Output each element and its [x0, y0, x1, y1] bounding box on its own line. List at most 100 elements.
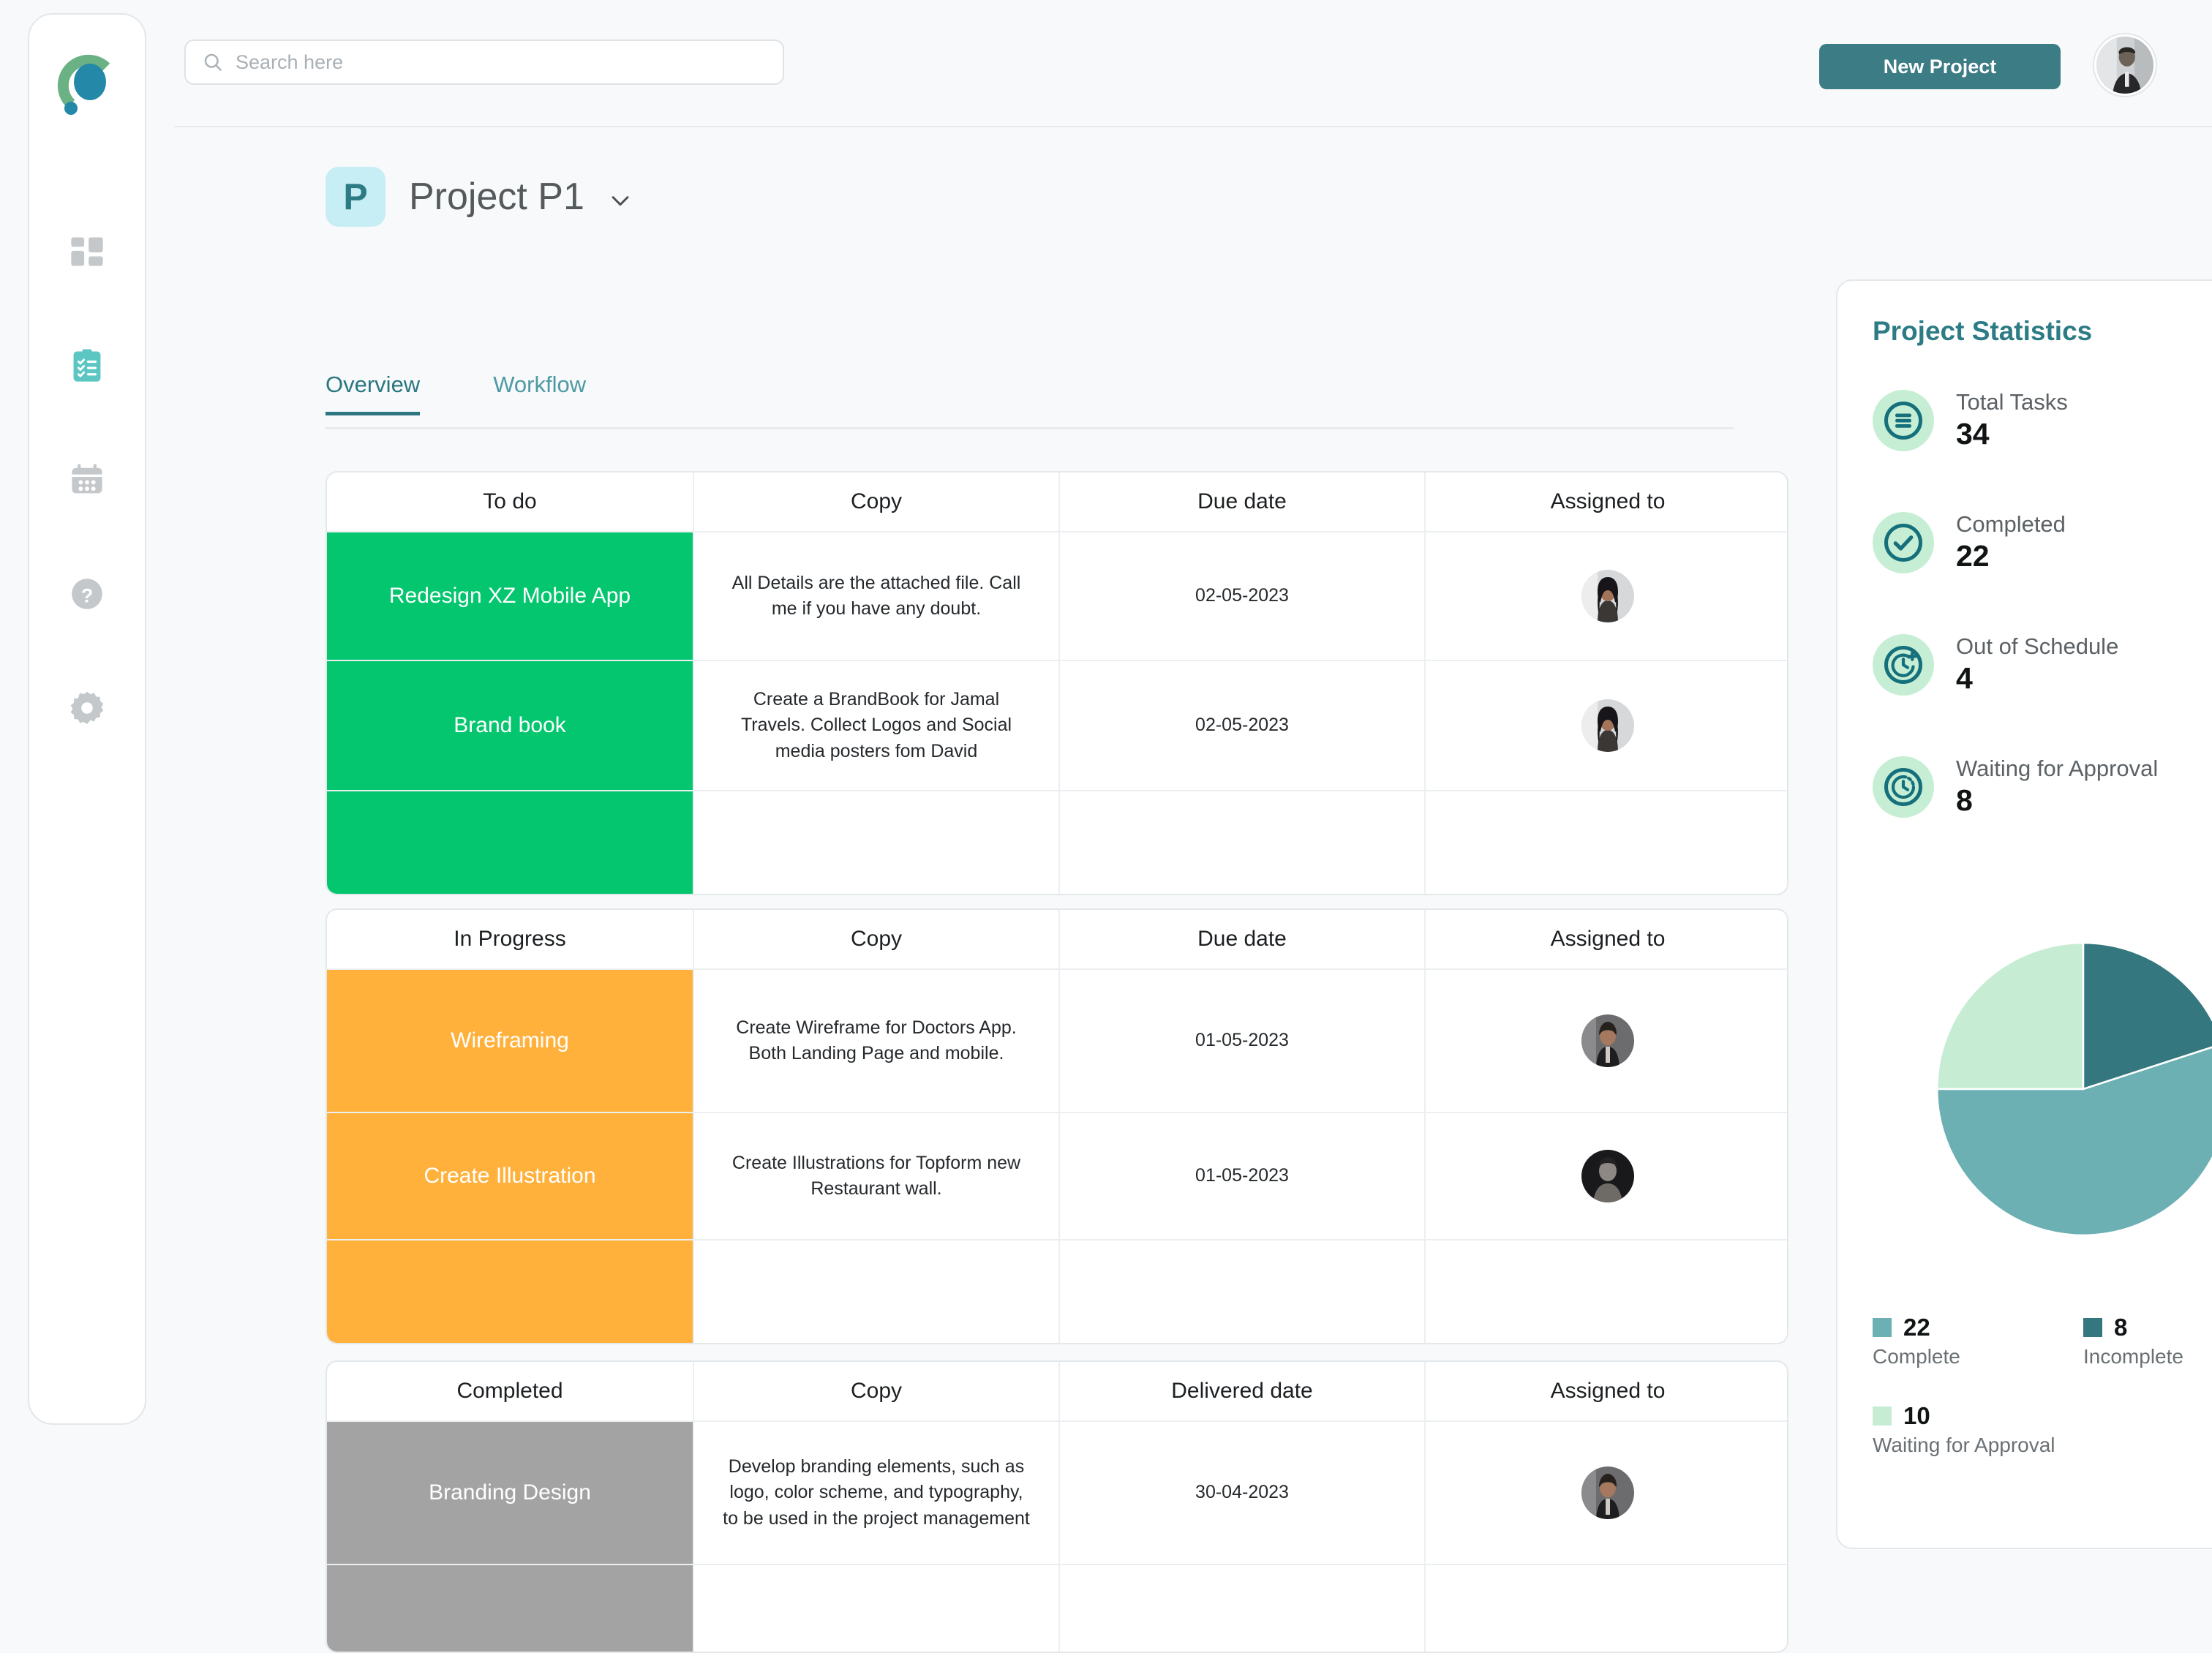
task-copy-cell: Create Illustrations for Topform new Res… — [693, 1113, 1058, 1239]
column-header: Copy — [693, 1362, 1058, 1420]
main-content: P Project P1 Overview Workflow To doCopy… — [146, 127, 2212, 1437]
task-title: Redesign XZ Mobile App — [379, 581, 641, 612]
sidebar-item-help[interactable]: ? — [67, 573, 108, 614]
assignee-avatar[interactable] — [1581, 1150, 1634, 1202]
tab-workflow[interactable]: Workflow — [493, 372, 586, 415]
column-header: Copy — [693, 472, 1058, 531]
table-header-row: In ProgressCopyDue dateAssigned to — [327, 910, 1787, 968]
task-copy-cell: Create a BrandBook for Jamal Travels. Co… — [693, 661, 1058, 790]
task-date-cell: 30-04-2023 — [1058, 1422, 1424, 1564]
task-status-cell[interactable]: Branding Design — [327, 1422, 693, 1564]
tabs-divider — [326, 427, 1734, 429]
assignee-avatar[interactable] — [1581, 1466, 1634, 1519]
assignee-avatar[interactable] — [1581, 699, 1634, 752]
clock-dashed-icon — [1873, 756, 1934, 818]
project-badge: P — [326, 167, 385, 227]
task-status-cell[interactable]: Create Illustration — [327, 1113, 693, 1239]
legend-count: 22 — [1903, 1314, 1930, 1341]
table-row[interactable] — [327, 1564, 1787, 1652]
gear-icon — [68, 689, 106, 727]
task-copy-text: Create a BrandBook for Jamal Travels. Co… — [694, 687, 1058, 765]
stat-out-of-schedule: Out of Schedule 4 — [1873, 633, 2158, 696]
task-date-cell: 02-05-2023 — [1058, 532, 1424, 660]
search-input[interactable] — [236, 41, 767, 83]
tab-overview[interactable]: Overview — [326, 372, 420, 415]
task-status-cell[interactable]: Brand book — [327, 661, 693, 790]
assignee-avatar[interactable] — [1581, 1014, 1634, 1067]
legend-swatch — [1873, 1407, 1892, 1426]
stat-label: Waiting for Approval — [1956, 756, 2158, 782]
task-status-cell[interactable]: Wireframing — [327, 970, 693, 1112]
sidebar: ? — [28, 13, 146, 1425]
legend-count: 10 — [1903, 1402, 1930, 1430]
app-logo-icon — [49, 45, 125, 121]
table-row[interactable]: Create IllustrationCreate Illustrations … — [327, 1112, 1787, 1239]
task-assignee-cell — [1424, 1565, 1788, 1652]
table-row[interactable] — [327, 1239, 1787, 1343]
task-assignee-cell — [1424, 970, 1788, 1112]
column-header: Delivered date — [1058, 1362, 1424, 1420]
task-status-cell[interactable]: Redesign XZ Mobile App — [327, 532, 693, 660]
stat-completed: Completed 22 — [1873, 511, 2158, 573]
statistics-title: Project Statistics — [1873, 316, 2092, 347]
task-copy-text: Create Wireframe for Doctors App. Both L… — [694, 1015, 1058, 1067]
column-header: Assigned to — [1424, 1362, 1788, 1420]
column-header: In Progress — [327, 910, 693, 968]
sidebar-item-settings[interactable] — [67, 688, 108, 728]
dashboard-grid-icon — [68, 233, 106, 271]
help-circle-icon: ? — [68, 575, 106, 613]
legend-item: 10Waiting for Approval — [1873, 1402, 2083, 1457]
table-row[interactable]: WireframingCreate Wireframe for Doctors … — [327, 968, 1787, 1112]
stat-value: 22 — [1956, 539, 2066, 573]
table-row[interactable] — [327, 790, 1787, 894]
pie-chart-legend: 22Complete8Incomplete10Waiting for Appro… — [1873, 1314, 2212, 1491]
sidebar-item-calendar[interactable] — [67, 459, 108, 500]
sidebar-nav: ? — [67, 231, 108, 728]
stat-value: 34 — [1956, 417, 2068, 451]
legend-swatch — [2083, 1318, 2102, 1337]
task-assignee-cell — [1424, 791, 1788, 894]
task-assignee-cell — [1424, 1240, 1788, 1343]
page-title: Project P1 — [409, 175, 584, 219]
sidebar-item-tasks[interactable] — [67, 345, 108, 386]
column-header: Assigned to — [1424, 910, 1788, 968]
task-copy-cell — [693, 791, 1058, 894]
task-status-cell[interactable] — [327, 791, 693, 894]
pie-chart — [1837, 939, 2212, 1290]
stat-label: Completed — [1956, 511, 2066, 538]
task-assignee-cell — [1424, 1113, 1788, 1239]
sidebar-item-dashboard[interactable] — [67, 231, 108, 272]
calendar-icon — [68, 461, 106, 499]
task-table-in-progress: In ProgressCopyDue dateAssigned toWirefr… — [326, 908, 1788, 1344]
legend-label: Complete — [1873, 1345, 2083, 1368]
stat-label: Out of Schedule — [1956, 633, 2118, 660]
task-table-todo: To doCopyDue dateAssigned toRedesign XZ … — [326, 471, 1788, 895]
task-table-completed: CompletedCopyDelivered dateAssigned toBr… — [326, 1360, 1788, 1653]
avatar-image — [2096, 37, 2153, 94]
statistics-list: Total Tasks 34 Completed 22 — [1873, 389, 2158, 818]
task-assignee-cell — [1424, 661, 1788, 790]
svg-text:?: ? — [81, 584, 94, 606]
table-row[interactable]: Branding Design Develop branding elements… — [327, 1420, 1787, 1564]
stat-value: 8 — [1956, 783, 2158, 818]
user-avatar[interactable] — [2094, 34, 2156, 96]
new-project-button[interactable]: New Project — [1819, 44, 2061, 89]
assignee-avatar[interactable] — [1581, 570, 1634, 622]
task-status-cell[interactable] — [327, 1240, 693, 1343]
stat-value: 4 — [1956, 661, 2118, 696]
task-date-cell: 01-05-2023 — [1058, 970, 1424, 1112]
clipboard-tasks-icon — [68, 347, 106, 385]
table-row[interactable]: Brand bookCreate a BrandBook for Jamal T… — [327, 660, 1787, 790]
task-copy-cell — [693, 1565, 1058, 1652]
table-row[interactable]: Redesign XZ Mobile App All Details are th… — [327, 531, 1787, 660]
chevron-down-icon[interactable] — [608, 188, 633, 213]
task-title: Branding Design — [418, 1477, 601, 1509]
legend-item: 22 Complete — [1873, 1314, 2083, 1368]
task-copy-text: All Details are the attached file. Call … — [694, 571, 1058, 622]
column-header: To do — [327, 472, 693, 531]
task-copy-text: Create Illustrations for Topform new Res… — [694, 1151, 1058, 1202]
task-copy-text: Develop branding elements, such as logo,… — [694, 1454, 1058, 1532]
stat-waiting-for-approval: Waiting for Approval 8 — [1873, 756, 2158, 818]
task-status-cell[interactable] — [327, 1565, 693, 1652]
search-box[interactable] — [184, 39, 784, 85]
